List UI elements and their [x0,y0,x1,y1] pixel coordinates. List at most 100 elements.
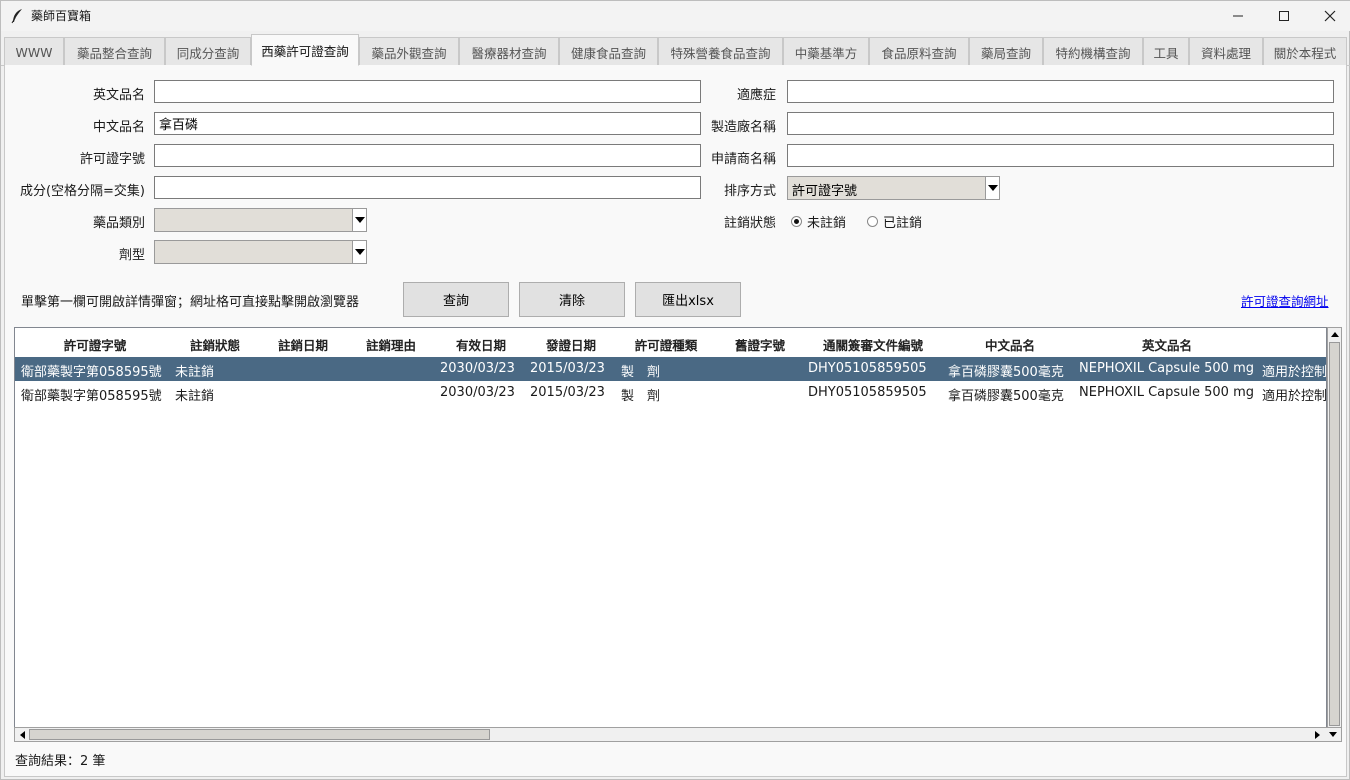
maximize-icon [1279,11,1289,21]
scroll-right-icon[interactable] [1312,729,1324,741]
tab-pharmacy[interactable]: 藥局查詢 [969,37,1043,66]
col-old-license-no[interactable]: 舊證字號 [715,335,805,354]
usage-hint: 單擊第一欄可開啟詳情彈窗；網址格可直接點擊開啟瀏覽器 [21,295,360,310]
tab-contracted-institution[interactable]: 特約機構查詢 [1043,37,1143,66]
horizontal-scroll-thumb[interactable] [29,729,490,740]
tab-tools[interactable]: 工具 [1143,37,1189,66]
close-button[interactable] [1307,1,1350,31]
cell-cancel-status: 未註銷 [175,365,215,380]
cell-indication: 適用於控制 [1262,389,1327,404]
cell-chinese-name: 拿百磷膠囊500毫克 [948,365,1064,380]
vertical-scrollbar[interactable] [1327,327,1342,742]
indication-label: 適應症 [736,88,776,103]
sort-select[interactable]: 許可證字號 [787,176,1000,200]
col-english-name[interactable]: 英文品名 [1079,335,1255,354]
chinese-name-label: 中文品名 [92,120,145,135]
tab-same-ingredient[interactable]: 同成分查詢 [165,37,251,66]
table-row[interactable]: 衛部藥製字第058595號 未註銷 2030/03/23 2015/03/23 製 劑 D… [15,381,1327,405]
license-no-label: 許可證字號 [79,152,145,167]
cell-license-no[interactable]: 衛部藥製字第058595號 [21,361,162,380]
cell-chinese-name: 拿百磷膠囊500毫克 [948,389,1064,404]
col-license-type[interactable]: 許可證種類 [621,335,711,354]
license-no-input[interactable] [154,144,701,167]
dosage-form-select[interactable] [154,240,367,264]
maximize-button[interactable] [1261,1,1307,31]
sort-value: 許可證字號 [792,184,858,199]
feather-icon [11,9,22,24]
scroll-down-icon[interactable] [1327,729,1339,741]
manufacturer-input[interactable] [787,112,1334,135]
cell-indication: 適用於控制 [1262,365,1327,380]
results-table[interactable]: 許可證字號 註銷狀態 註銷日期 註銷理由 有效日期 發證日期 許可證種類 舊證字… [14,327,1327,742]
table-row[interactable]: 衛部藥製字第058595號 未註銷 2030/03/23 2015/03/23 製 劑 D… [15,357,1327,381]
tab-drug-appearance[interactable]: 藥品外觀查詢 [359,37,459,66]
vertical-scroll-thumb[interactable] [1329,342,1340,726]
title-bar: 藥師百寶箱 [1,1,1350,31]
drug-category-select[interactable] [154,208,367,232]
tab-medical-device[interactable]: 醫療器材查詢 [459,37,559,66]
radio-not-cancelled[interactable]: 未註銷 [791,212,846,231]
clear-button[interactable]: 清除 [519,282,625,317]
chevron-down-icon[interactable] [352,209,366,231]
tab-food-ingredient[interactable]: 食品原料查詢 [869,37,969,66]
drug-category-label: 藥品類別 [92,216,145,231]
col-cancel-status[interactable]: 註銷狀態 [175,335,255,354]
license-query-panel: 英文品名 中文品名 許可證字號 成分(空格分隔=交集) 藥品類別 劑型 適應症 … [4,65,1347,777]
applicant-label: 申請商名稱 [710,152,776,167]
ingredient-input[interactable] [154,176,701,199]
tab-western-license[interactable]: 西藥許可證查詢 [251,34,359,66]
english-name-label: 英文品名 [92,88,145,103]
tab-data-processing[interactable]: 資料處理 [1189,37,1263,66]
chevron-down-icon[interactable] [985,177,999,199]
cell-valid-date: 2030/03/23 [440,385,515,400]
manufacturer-label: 製造廠名稱 [710,120,776,135]
col-cancel-reason[interactable]: 註銷理由 [351,335,431,354]
tab-strip: WWW 藥品整合查詢 同成分查詢 西藥許可證查詢 藥品外觀查詢 醫療器材查詢 健… [1,34,1350,66]
dosage-form-label: 劑型 [118,248,145,263]
horizontal-scrollbar[interactable] [14,727,1342,742]
cell-license-no[interactable]: 衛部藥製字第058595號 [21,385,162,404]
col-license-no[interactable]: 許可證字號 [35,335,155,354]
cell-customs-doc-no: DHY05105859505 [808,361,927,376]
radio-cancelled[interactable]: 已註銷 [867,212,922,231]
radio-cancelled-label: 已註銷 [883,216,923,231]
cell-license-type: 製 劑 [621,365,661,380]
col-customs-doc-no[interactable]: 通關簽審文件編號 [808,335,938,354]
sort-label: 排序方式 [723,184,776,199]
tab-about[interactable]: 關於本程式 [1263,37,1347,66]
app-window: 藥師百寶箱 WWW 藥品整合查詢 同成分查詢 西藥許可證查詢 藥品外觀查詢 醫療… [0,0,1350,780]
tab-special-nutrition[interactable]: 特殊營養食品查詢 [658,37,783,66]
table-header: 許可證字號 註銷狀態 註銷日期 註銷理由 有效日期 發證日期 許可證種類 舊證字… [15,328,1326,356]
cell-issue-date: 2015/03/23 [530,385,605,400]
col-valid-date[interactable]: 有效日期 [438,335,524,354]
col-issue-date[interactable]: 發證日期 [528,335,614,354]
minimize-button[interactable] [1215,1,1261,31]
ingredient-label: 成分(空格分隔=交集) [19,184,145,199]
col-cancel-date[interactable]: 註銷日期 [263,335,343,354]
chevron-down-icon[interactable] [352,241,366,263]
cell-license-type: 製 劑 [621,389,661,404]
tab-www[interactable]: WWW [4,37,64,66]
cancel-status-label: 註銷狀態 [723,216,776,231]
query-button[interactable]: 查詢 [403,282,509,317]
chinese-name-input[interactable] [154,112,701,135]
tab-drug-integrated[interactable]: 藥品整合查詢 [64,37,165,66]
tab-health-food[interactable]: 健康食品查詢 [559,37,658,66]
result-count: 查詢結果：2 筆 [15,754,106,769]
cell-english-name: NEPHOXIL Capsule 500 mg [1079,361,1254,376]
cell-valid-date: 2030/03/23 [440,361,515,376]
close-icon [1324,10,1336,22]
minimize-icon [1233,15,1243,17]
english-name-input[interactable] [154,80,701,103]
cell-cancel-status: 未註銷 [175,389,215,404]
window-title: 藥師百寶箱 [31,9,92,23]
export-xlsx-button[interactable]: 匯出xlsx [635,282,741,317]
license-query-url-link[interactable]: 許可證查詢網址 [1241,291,1329,310]
scroll-up-icon[interactable] [1329,328,1341,340]
tab-chinese-formula[interactable]: 中藥基準方 [783,37,869,66]
indication-input[interactable] [787,80,1334,103]
col-chinese-name[interactable]: 中文品名 [948,335,1072,354]
scroll-left-icon[interactable] [16,729,28,741]
applicant-input[interactable] [787,144,1334,167]
cell-english-name: NEPHOXIL Capsule 500 mg [1079,385,1254,400]
